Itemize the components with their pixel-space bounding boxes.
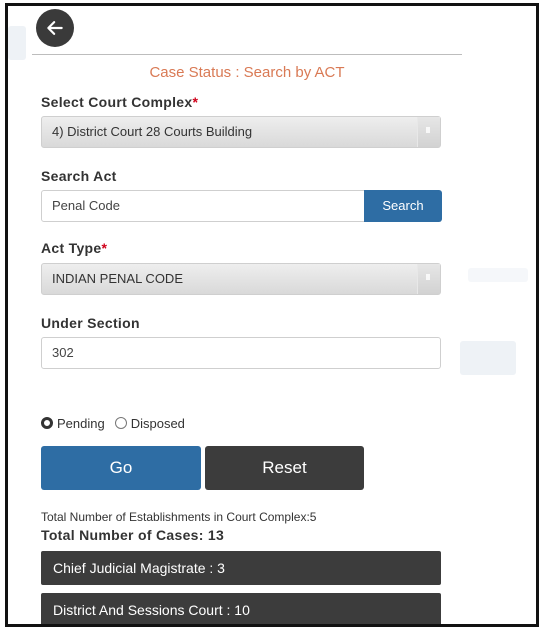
pending-radio-label[interactable]: Pending — [57, 416, 105, 431]
act-type-label: Act Type* — [41, 240, 107, 256]
act-type-select[interactable]: INDIAN PENAL CODE — [41, 263, 441, 295]
background-panel — [8, 26, 26, 60]
court-complex-select[interactable]: 4) District Court 28 Courts Building — [41, 116, 441, 148]
pending-radio[interactable] — [41, 417, 53, 429]
disposed-radio-label[interactable]: Disposed — [131, 416, 185, 431]
total-establishments-text: Total Number of Establishments in Court … — [41, 510, 317, 524]
dropdown-arrow-icon — [417, 264, 440, 294]
required-mark: * — [101, 240, 108, 256]
disposed-radio[interactable] — [114, 417, 127, 429]
court-result-row[interactable]: District And Sessions Court : 10 — [41, 593, 441, 624]
search-button[interactable]: Search — [364, 190, 442, 222]
under-section-value: 302 — [52, 345, 74, 360]
go-button[interactable]: Go — [41, 446, 201, 490]
app-frame: Case Status : Search by ACT Select Court… — [5, 3, 539, 627]
court-complex-label: Select Court Complex* — [41, 94, 198, 110]
arrow-left-icon — [47, 21, 63, 35]
required-mark: * — [192, 94, 199, 110]
court-complex-selected-value: 4) District Court 28 Courts Building — [52, 124, 253, 139]
total-cases-text: Total Number of Cases: 13 — [41, 527, 225, 543]
dropdown-arrow-icon — [417, 117, 440, 147]
under-section-input[interactable]: 302 — [41, 337, 441, 369]
reset-button[interactable]: Reset — [205, 446, 364, 490]
case-status-radio-group: Pending Disposed — [41, 413, 195, 433]
court-result-row[interactable]: Chief Judicial Magistrate : 3 — [41, 551, 441, 585]
search-act-input[interactable]: Penal Code — [41, 190, 366, 222]
page-title: Case Status : Search by ACT — [149, 64, 345, 81]
background-panel — [460, 341, 516, 375]
header-divider — [32, 54, 462, 55]
under-section-label: Under Section — [41, 315, 140, 331]
court-complex-label-text: Select Court Complex — [41, 94, 193, 110]
background-panel — [468, 268, 528, 282]
back-button[interactable] — [36, 9, 74, 47]
search-act-label: Search Act — [41, 168, 117, 184]
act-type-selected-value: INDIAN PENAL CODE — [52, 271, 183, 286]
act-type-label-text: Act Type — [41, 240, 102, 256]
search-act-value: Penal Code — [52, 198, 120, 213]
